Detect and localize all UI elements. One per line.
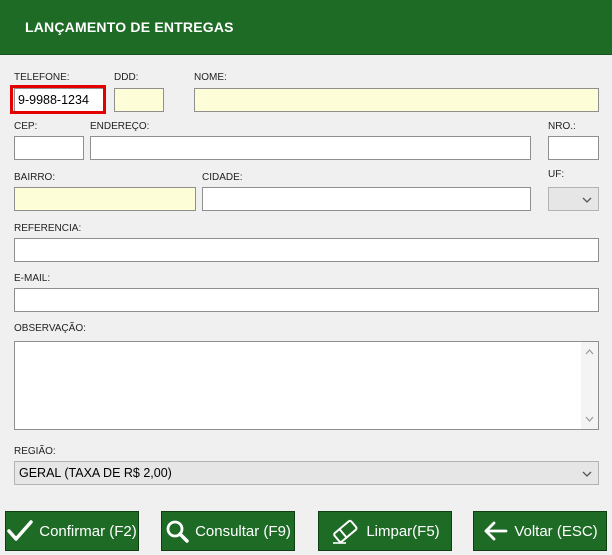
limpar-label: Limpar(F5) [366, 522, 440, 540]
confirmar-button[interactable]: Confirmar (F2) [5, 511, 139, 551]
uf-label: UF: [548, 169, 565, 180]
regiao-label: REGIÃO: [14, 446, 56, 457]
referencia-label: REFERENCIA: [14, 223, 82, 234]
consultar-button[interactable]: Consultar (F9) [161, 511, 295, 551]
scroll-down-icon[interactable] [585, 416, 594, 422]
cep-label: CEP: [14, 121, 38, 132]
telefone-highlight [10, 85, 106, 114]
eraser-icon [333, 519, 358, 544]
scroll-up-icon[interactable] [585, 349, 594, 355]
chevron-down-icon [582, 197, 592, 203]
telefone-label: TELEFONE: [14, 72, 70, 83]
observacao-scrollbar[interactable] [581, 342, 598, 429]
ddd-label: DDD: [114, 72, 139, 83]
email-label: E-MAIL: [14, 273, 51, 284]
regiao-value: GERAL (TAXA DE R$ 2,00) [19, 466, 172, 480]
observacao-label: OBSERVAÇÃO: [14, 323, 86, 334]
confirmar-label: Confirmar (F2) [39, 522, 137, 540]
bairro-label: BAIRRO: [14, 172, 56, 183]
nome-input[interactable] [194, 88, 599, 112]
nro-input[interactable] [548, 136, 599, 160]
ddd-input[interactable] [114, 88, 164, 112]
bairro-input[interactable] [14, 187, 196, 211]
limpar-button[interactable]: Limpar(F5) [318, 511, 452, 551]
magnifier-icon [166, 520, 189, 543]
voltar-label: Voltar (ESC) [514, 522, 598, 540]
cep-input[interactable] [14, 136, 84, 160]
checkmark-icon [7, 520, 33, 541]
referencia-input[interactable] [14, 238, 599, 262]
uf-select[interactable] [548, 187, 599, 211]
arrow-left-icon [484, 521, 508, 541]
nome-label: NOME: [194, 72, 227, 83]
voltar-button[interactable]: Voltar (ESC) [473, 511, 607, 551]
endereco-input[interactable] [90, 136, 531, 160]
observacao-textarea[interactable] [14, 341, 599, 430]
window-title: LANÇAMENTO DE ENTREGAS [25, 19, 234, 35]
nro-label: NRO.: [548, 121, 576, 132]
cidade-label: CIDADE: [202, 172, 243, 183]
chevron-down-icon [582, 471, 592, 477]
endereco-label: ENDEREÇO: [90, 121, 150, 132]
regiao-select[interactable]: GERAL (TAXA DE R$ 2,00) [14, 461, 599, 485]
header-bar: LANÇAMENTO DE ENTREGAS [0, 0, 612, 55]
cidade-input[interactable] [202, 187, 531, 211]
consultar-label: Consultar (F9) [195, 522, 291, 540]
email-input[interactable] [14, 288, 599, 312]
